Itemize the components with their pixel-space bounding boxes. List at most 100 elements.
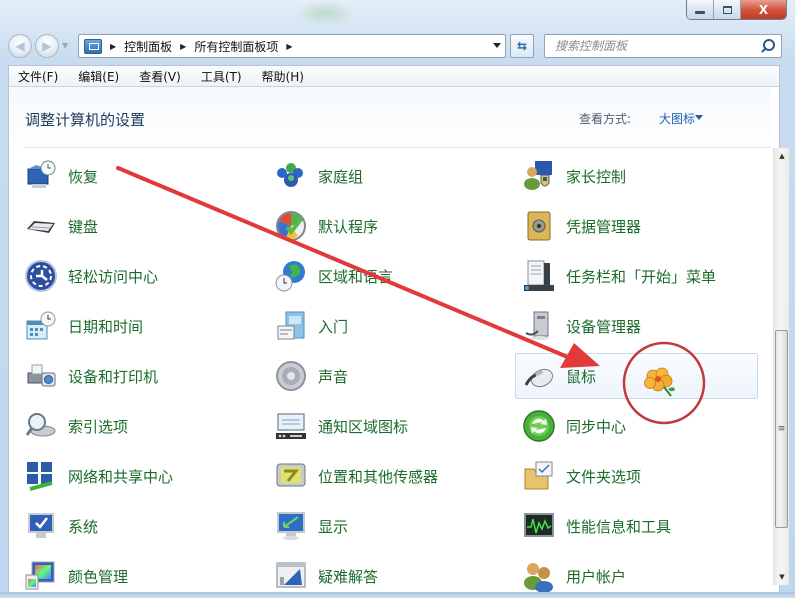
control-panel-item[interactable]: 凭据管理器 [515, 203, 759, 249]
control-panel-icon [84, 38, 102, 54]
search-input[interactable] [545, 35, 757, 57]
control-panel-item-label: 颜色管理 [68, 567, 129, 586]
control-panel-item[interactable]: 系统 [17, 503, 257, 549]
title-bar-glow [295, 0, 355, 26]
control-panel-item[interactable]: 设备和打印机 [17, 353, 257, 399]
address-bar[interactable]: ▶ 控制面板 ▶ 所有控制面板项 ▶ [78, 34, 506, 58]
minimize-button[interactable] [687, 0, 714, 19]
control-panel-item[interactable]: 家庭组 [267, 153, 507, 199]
control-panel-item-label: 设备管理器 [566, 317, 642, 336]
control-panel-item[interactable]: 键盘 [17, 203, 257, 249]
control-panel-item[interactable]: 家长控制 [515, 153, 759, 199]
control-panel-item-label: 恢复 [68, 167, 99, 186]
control-panel-item-label: 索引选项 [68, 417, 129, 436]
menu-tools[interactable]: 工具(T) [199, 66, 244, 87]
mouse-icon [522, 359, 556, 393]
date-time-icon [24, 309, 58, 343]
control-panel-item-label: 性能信息和工具 [566, 517, 672, 536]
refresh-button[interactable]: ⇆ [510, 34, 534, 58]
back-arrow-icon: ◀ [15, 39, 25, 53]
control-panel-item-label: 区域和语言 [318, 267, 394, 286]
breadcrumb-all-items[interactable]: 所有控制面板项 [194, 38, 278, 55]
location-sensors-icon [274, 459, 308, 493]
control-panel-item[interactable]: 声音 [267, 353, 507, 399]
scroll-down-arrow-icon[interactable]: ▼ [774, 569, 790, 585]
breadcrumb-chevron-icon[interactable]: ▶ [286, 42, 292, 51]
back-button[interactable]: ◀ [8, 34, 32, 58]
control-panel-item-label: 默认程序 [318, 217, 379, 236]
scroll-up-arrow-icon[interactable]: ▲ [774, 148, 790, 164]
control-panel-item[interactable]: 索引选项 [17, 403, 257, 449]
header-divider [25, 147, 771, 148]
credential-manager-icon [522, 209, 556, 243]
recovery-icon [24, 159, 58, 193]
scroll-thumb[interactable]: ≡ [775, 330, 788, 528]
control-panel-item-label: 日期和时间 [68, 317, 144, 336]
control-panel-item[interactable]: 任务栏和「开始」菜单 [515, 253, 759, 299]
control-panel-item-label: 同步中心 [566, 417, 627, 436]
breadcrumb-control-panel[interactable]: 控制面板 [124, 38, 172, 55]
maximize-icon [722, 5, 732, 14]
keyboard-icon [24, 209, 58, 243]
recent-pages-dropdown[interactable]: ▼ [62, 41, 72, 51]
control-panel-item[interactable]: 同步中心 [515, 403, 759, 449]
menu-view[interactable]: 查看(V) [137, 66, 183, 87]
region-language-icon [274, 259, 308, 293]
control-panel-item-label: 疑难解答 [318, 567, 379, 586]
breadcrumb-chevron-icon[interactable]: ▶ [110, 42, 116, 51]
display-icon [274, 509, 308, 543]
close-icon: X [758, 2, 769, 17]
color-management-icon [24, 559, 58, 593]
ease-of-access-icon [24, 259, 58, 293]
refresh-icon: ⇆ [516, 39, 528, 53]
folder-options-icon [522, 459, 556, 493]
control-panel-item-label: 鼠标 [566, 367, 597, 386]
notification-area-icon [274, 409, 308, 443]
homegroup-icon [274, 159, 308, 193]
breadcrumb-chevron-icon[interactable]: ▶ [180, 42, 186, 51]
control-panel-item[interactable]: 网络和共享中心 [17, 453, 257, 499]
control-panel-item[interactable]: 区域和语言 [267, 253, 507, 299]
control-panel-item-label: 通知区域图标 [318, 417, 409, 436]
search-icon[interactable] [757, 36, 777, 56]
control-panel-item-label: 位置和其他传感器 [318, 467, 439, 486]
control-panel-item[interactable]: 性能信息和工具 [515, 503, 759, 549]
taskbar-start-menu-icon [522, 259, 556, 293]
control-panel-item[interactable]: 轻松访问中心 [17, 253, 257, 299]
control-panel-item-label: 显示 [318, 517, 349, 536]
default-programs-icon [274, 209, 308, 243]
control-panel-item[interactable]: 日期和时间 [17, 303, 257, 349]
forward-button[interactable]: ▶ [35, 34, 59, 58]
content-header: 调整计算机的设置 查看方式: 大图标 [9, 87, 771, 147]
search-box [544, 34, 782, 58]
user-accounts-icon [522, 559, 556, 593]
control-panel-item[interactable]: 通知区域图标 [267, 403, 507, 449]
control-panel-item[interactable]: 默认程序 [267, 203, 507, 249]
control-panel-item[interactable]: 显示 [267, 503, 507, 549]
close-button[interactable]: X [741, 0, 786, 19]
window-bottom-edge [0, 592, 795, 598]
view-mode-dropdown[interactable]: 大图标 [659, 110, 695, 127]
address-dropdown-icon[interactable] [493, 43, 501, 48]
control-panel-item[interactable]: 鼠标 [515, 353, 758, 399]
getting-started-icon [274, 309, 308, 343]
control-panel-item[interactable]: 入门 [267, 303, 507, 349]
control-panel-item-label: 家庭组 [318, 167, 364, 186]
control-panel-item[interactable]: 设备管理器 [515, 303, 759, 349]
control-panel-item[interactable]: 恢复 [17, 153, 257, 199]
vertical-scrollbar[interactable]: ▲ ≡ ▼ [773, 148, 789, 585]
menu-help[interactable]: 帮助(H) [260, 66, 306, 87]
maximize-button[interactable] [714, 0, 741, 19]
network-sharing-icon [24, 459, 58, 493]
system-icon [24, 509, 58, 543]
menu-edit[interactable]: 编辑(E) [76, 66, 121, 87]
menu-file[interactable]: 文件(F) [16, 66, 60, 87]
control-panel-item-label: 文件夹选项 [566, 467, 642, 486]
control-panel-item-label: 任务栏和「开始」菜单 [566, 267, 717, 286]
control-panel-item[interactable]: 文件夹选项 [515, 453, 759, 499]
view-mode-chevron-down-icon[interactable] [695, 115, 703, 120]
parental-controls-icon [522, 159, 556, 193]
forward-arrow-icon: ▶ [42, 39, 52, 53]
devices-printers-icon [24, 359, 58, 393]
control-panel-item[interactable]: 位置和其他传感器 [267, 453, 507, 499]
